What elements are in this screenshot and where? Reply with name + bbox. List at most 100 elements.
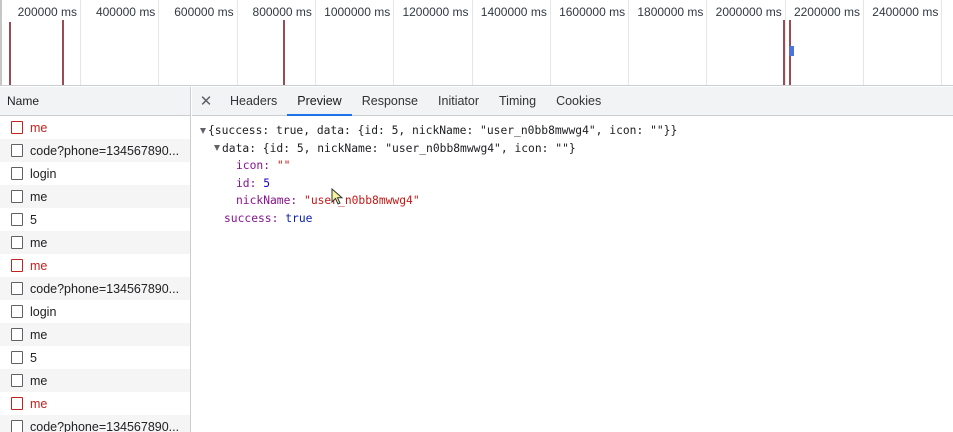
- timeline-gridline: [236, 0, 238, 85]
- request-row[interactable]: login: [0, 300, 190, 323]
- tab-cookies[interactable]: Cookies: [546, 87, 611, 115]
- request-detail-panel: ✕ Headers Preview Response Initiator Tim…: [192, 87, 953, 432]
- request-rows: me code?phone=134567890... login me 5 me me cod…: [0, 116, 190, 432]
- expand-triangle-icon[interactable]: [214, 145, 220, 152]
- timeline-tick-label: 400000 ms: [95, 5, 156, 19]
- timeline-tick-label: 600000 ms: [174, 5, 234, 19]
- timeline-tick-label: 800000 ms: [252, 5, 312, 19]
- request-name: me: [30, 258, 48, 273]
- json-success-row: success: true: [192, 210, 953, 228]
- request-row[interactable]: code?phone=134567890...: [0, 277, 190, 300]
- document-icon: [11, 213, 23, 226]
- document-icon: [11, 374, 23, 387]
- request-row[interactable]: me: [0, 254, 190, 277]
- request-row[interactable]: code?phone=134567890...: [0, 139, 190, 162]
- detail-tabbar: ✕ Headers Preview Response Initiator Tim…: [192, 87, 953, 116]
- request-name: me: [30, 120, 48, 135]
- timeline-tick-label: 2200000 ms: [793, 5, 860, 19]
- document-icon: [11, 397, 23, 410]
- json-value-nickname: "user_n0bb8mwwg4": [304, 194, 420, 207]
- json-root-row[interactable]: {success: true, data: {id: 5, nickName: …: [192, 122, 953, 140]
- timeline-tick-label: 2000000 ms: [715, 5, 782, 19]
- document-icon: [11, 420, 23, 432]
- timeline-overview[interactable]: 200000 ms 400000 ms 600000 ms 800000 ms 1000…: [0, 0, 953, 86]
- name-column-header[interactable]: Name: [0, 87, 190, 116]
- request-name: 5: [30, 350, 37, 365]
- json-id-row: id: 5: [192, 175, 953, 193]
- request-row[interactable]: me: [0, 231, 190, 254]
- timeline-tick-label: 1200000 ms: [402, 5, 469, 19]
- request-row[interactable]: 5: [0, 208, 190, 231]
- timeline-gridline: [471, 0, 473, 85]
- json-key-icon: icon:: [236, 159, 277, 172]
- request-name: me: [30, 396, 48, 411]
- request-name: code?phone=134567890...: [30, 281, 180, 296]
- document-icon: [11, 121, 23, 134]
- timeline-gridline: [80, 0, 81, 85]
- request-row[interactable]: login: [0, 162, 190, 185]
- json-key-success: success:: [224, 211, 286, 225]
- request-name: me: [30, 189, 48, 204]
- tab-preview[interactable]: Preview: [287, 87, 353, 116]
- request-name: 5: [30, 212, 37, 227]
- timeline-gridline: [314, 0, 316, 85]
- request-name: code?phone=134567890...: [30, 143, 180, 158]
- timeline-tick-label: 1600000 ms: [559, 5, 626, 19]
- timeline-marker: [62, 20, 64, 85]
- timeline-marker: [783, 20, 785, 85]
- timeline-tick-label: 1800000 ms: [637, 5, 704, 19]
- request-name: me: [30, 373, 48, 388]
- tab-headers[interactable]: Headers: [220, 87, 287, 115]
- json-value-icon: "": [276, 159, 291, 172]
- timeline-gridline: [941, 0, 943, 85]
- document-icon: [11, 282, 23, 295]
- json-value-success: true: [285, 211, 313, 225]
- json-key-id: id:: [236, 176, 264, 190]
- tab-response[interactable]: Response: [352, 87, 428, 115]
- request-row[interactable]: me: [0, 323, 190, 346]
- document-icon: [11, 305, 23, 318]
- timeline-tick-label: 200000 ms: [17, 5, 77, 19]
- document-icon: [11, 351, 23, 364]
- request-name: login: [30, 304, 57, 319]
- timeline-gridline: [863, 0, 864, 85]
- timeline-request-bar: [789, 46, 794, 56]
- json-key-nickname: nickName:: [236, 194, 305, 207]
- timeline-tick-label: 2400000 ms: [872, 5, 939, 19]
- timeline-tick-label: 1400000 ms: [480, 5, 547, 19]
- json-value-id: 5: [263, 176, 271, 190]
- request-row[interactable]: 5: [0, 346, 190, 369]
- json-preview: {success: true, data: {id: 5, nickName: …: [192, 116, 953, 227]
- timeline-left-edge: [0, 0, 2, 85]
- request-name: login: [30, 166, 57, 181]
- request-name: me: [30, 327, 48, 342]
- request-row[interactable]: code?phone=134567890...: [0, 415, 190, 432]
- timeline-marker: [9, 22, 11, 85]
- timeline-marker: [283, 20, 285, 85]
- timeline-gridline: [158, 0, 160, 85]
- timeline-gridline: [393, 0, 395, 85]
- tab-initiator[interactable]: Initiator: [428, 87, 489, 115]
- tab-timing[interactable]: Timing: [489, 87, 546, 115]
- request-row[interactable]: me: [0, 369, 190, 392]
- timeline-gridline: [706, 0, 708, 85]
- json-data-summary: data: {id: 5, nickName: "user_n0bb8mwwg4…: [222, 141, 576, 155]
- request-row[interactable]: me: [0, 392, 190, 415]
- json-nickname-row: nickName: "user_n0bb8mwwg4": [192, 192, 953, 210]
- timeline-tick-label: 1000000 ms: [324, 5, 391, 19]
- mouse-cursor-icon: [331, 188, 344, 205]
- document-icon: [11, 259, 23, 272]
- request-row[interactable]: me: [0, 116, 190, 139]
- json-icon-row: icon: "": [192, 157, 953, 175]
- expand-triangle-icon[interactable]: [200, 127, 206, 134]
- json-root-summary: {success: true, data: {id: 5, nickName: …: [208, 124, 678, 137]
- document-icon: [11, 144, 23, 157]
- document-icon: [11, 190, 23, 203]
- request-name: me: [30, 235, 48, 250]
- close-icon[interactable]: ✕: [192, 87, 220, 115]
- document-icon: [11, 236, 23, 249]
- request-row[interactable]: me: [0, 185, 190, 208]
- timeline-gridline: [549, 0, 551, 85]
- json-data-row[interactable]: data: {id: 5, nickName: "user_n0bb8mwwg4…: [192, 140, 953, 158]
- request-name: code?phone=134567890...: [30, 419, 180, 432]
